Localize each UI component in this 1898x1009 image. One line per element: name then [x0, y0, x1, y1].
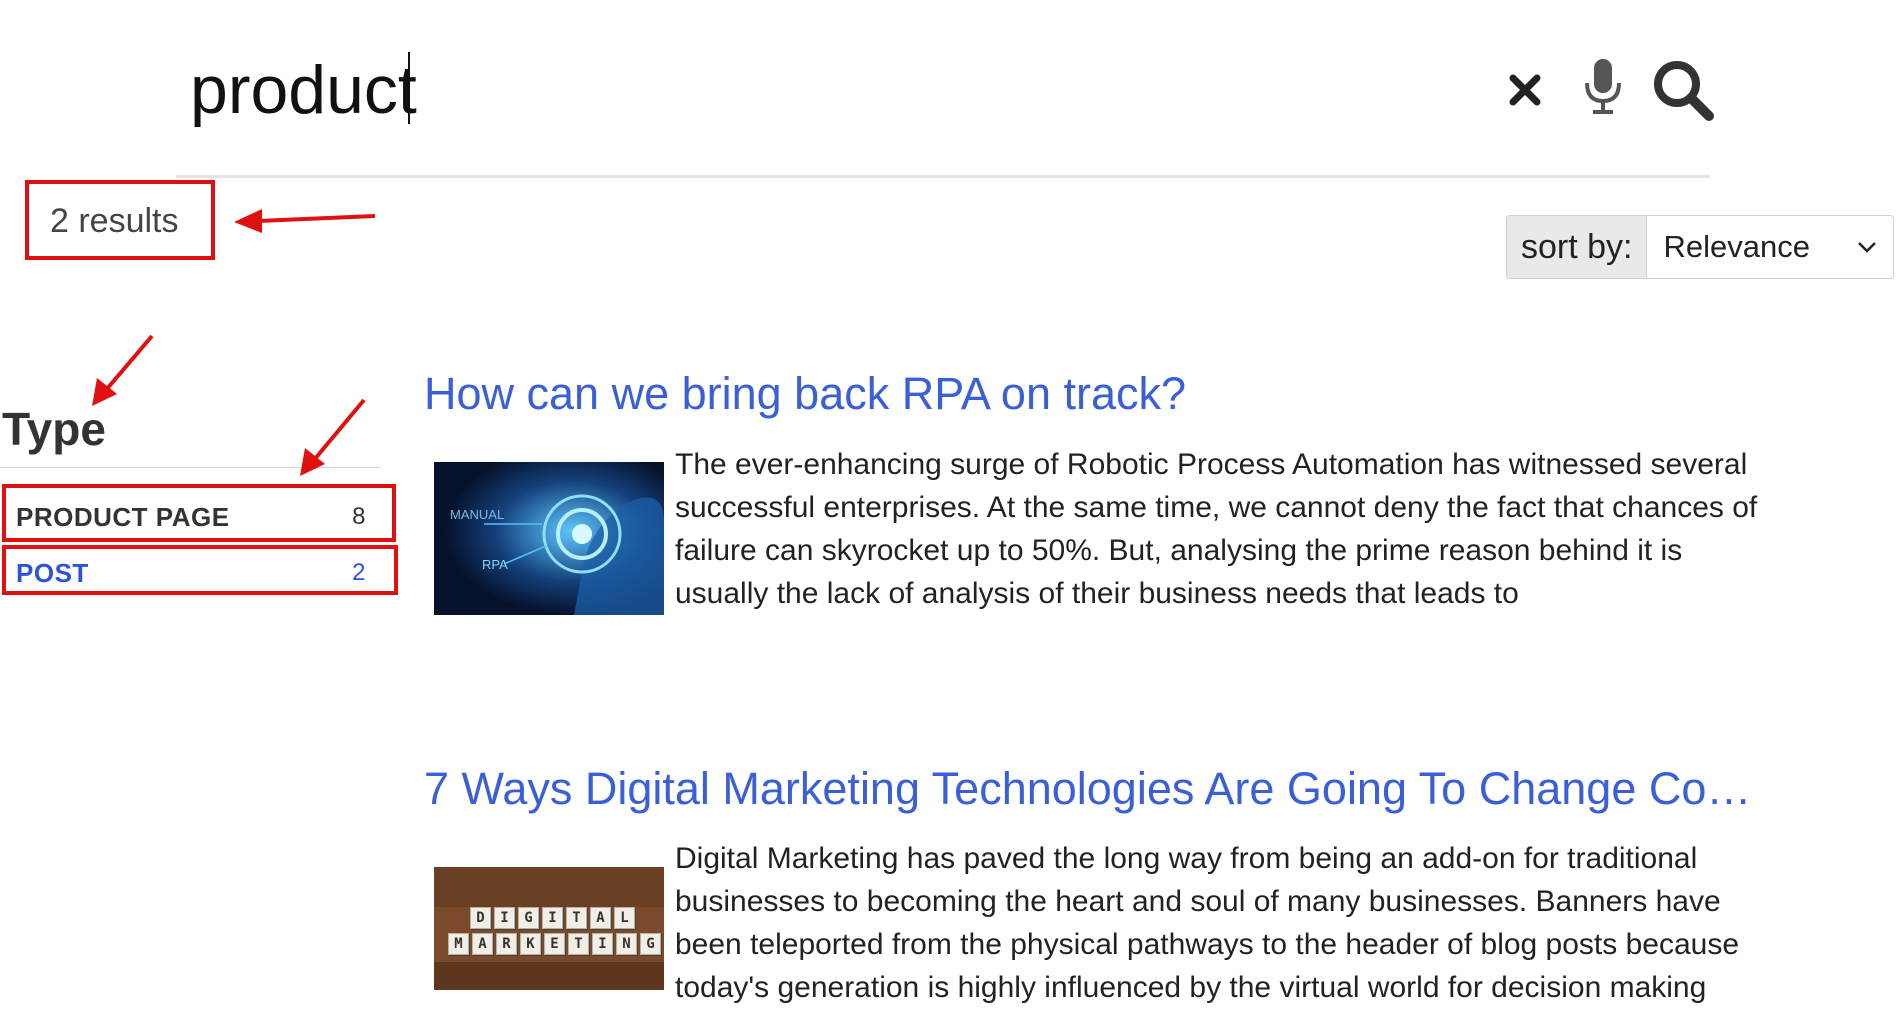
letter-tile: G — [640, 933, 661, 955]
letter-tile: I — [494, 907, 515, 929]
thumb-label-manual: MANUAL — [450, 507, 505, 522]
result-thumbnail[interactable]: DIGITAL MARKETING — [434, 867, 664, 990]
search-submit-button[interactable] — [1648, 55, 1718, 125]
thumb-word-digital: DIGITAL — [470, 907, 635, 929]
letter-tile: A — [472, 933, 493, 955]
letter-tile: K — [520, 933, 541, 955]
result-title-link[interactable]: How can we bring back RPA on track? — [424, 368, 1764, 420]
letter-tile: E — [544, 933, 565, 955]
chevron-down-icon — [1858, 242, 1877, 253]
thumb-label-rpa: RPA — [482, 557, 508, 572]
letter-tile: M — [448, 933, 469, 955]
letter-tile: D — [470, 907, 491, 929]
text-caret — [408, 52, 410, 124]
microphone-icon — [1585, 59, 1621, 114]
letter-tile: I — [542, 907, 563, 929]
arrow-to-results — [234, 209, 376, 233]
arrow-to-product-page — [300, 398, 366, 476]
facet-divider — [0, 467, 380, 468]
rpa-robot-hand-image — [434, 462, 664, 615]
result-title-link[interactable]: 7 Ways Digital Marketing Technologies Ar… — [424, 763, 1764, 815]
search-input[interactable] — [190, 45, 1470, 135]
letter-tile: R — [496, 933, 517, 955]
annotation-box-product-page — [2, 484, 396, 542]
arrow-to-type — [92, 334, 154, 406]
annotation-box-results — [25, 180, 215, 260]
sort-control: sort by: Relevance — [1506, 215, 1895, 279]
result-snippet: Digital Marketing has paved the long way… — [675, 842, 1740, 1004]
letter-tile: I — [592, 933, 613, 955]
letter-tile: T — [566, 907, 587, 929]
letter-tile: G — [518, 907, 539, 929]
sort-selected-value: Relevance — [1663, 229, 1810, 264]
letter-tile: T — [568, 933, 589, 955]
sort-select[interactable]: Relevance — [1647, 216, 1894, 278]
result-thumbnail[interactable]: MANUAL RPA — [434, 462, 664, 615]
thumb-word-marketing: MARKETING — [448, 933, 661, 955]
letter-tile: A — [590, 907, 611, 929]
letter-tile: N — [616, 933, 637, 955]
letter-tile: L — [614, 907, 635, 929]
search-icon — [1654, 61, 1714, 121]
clear-search-button[interactable] — [1500, 65, 1550, 115]
search-divider — [176, 175, 1710, 178]
annotation-box-post — [2, 545, 398, 595]
voice-search-button[interactable] — [1578, 55, 1628, 119]
close-icon — [1509, 74, 1541, 106]
facet-title: Type — [2, 403, 106, 455]
sort-label: sort by: — [1507, 216, 1648, 278]
result-snippet: The ever-enhancing surge of Robotic Proc… — [675, 448, 1758, 610]
